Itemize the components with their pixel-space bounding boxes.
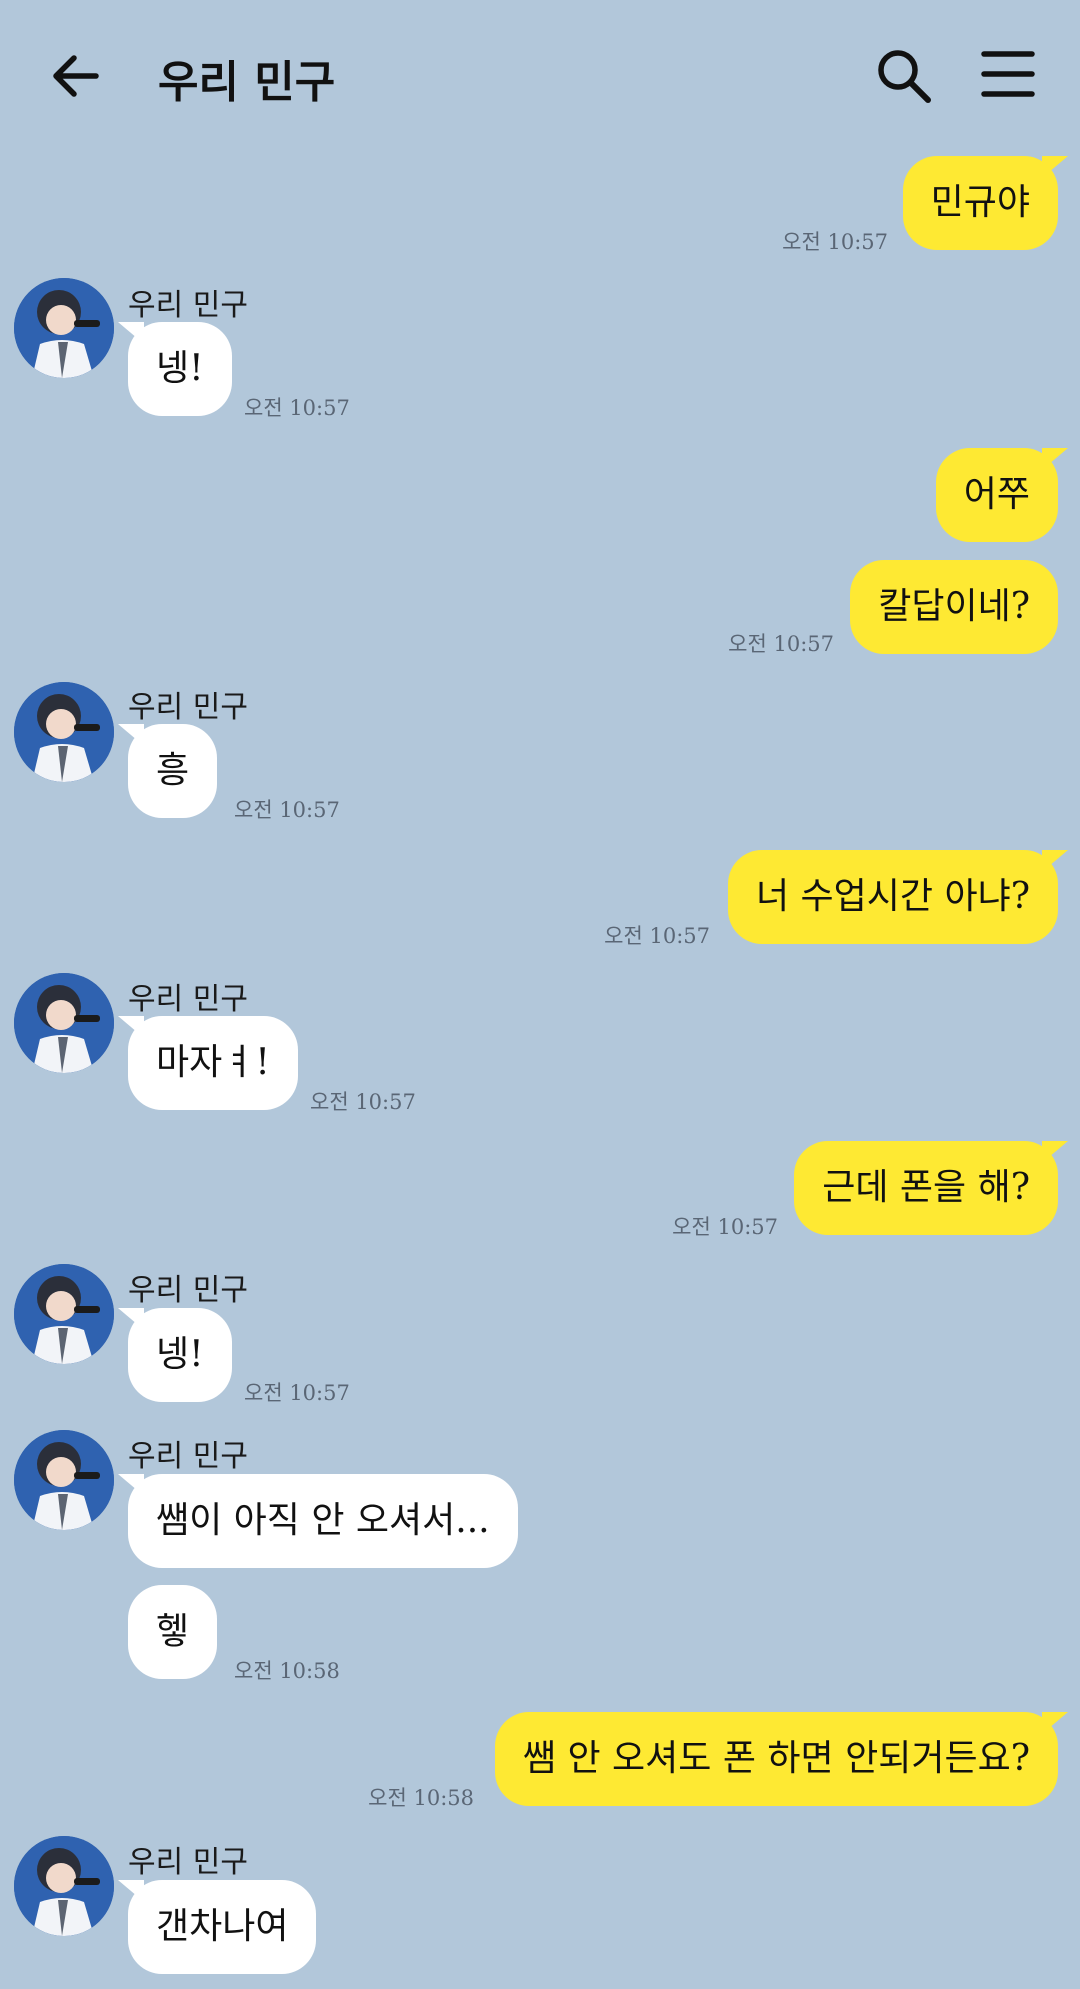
- incoming-message-bubble[interactable]: 갠차나여: [118, 1880, 317, 1974]
- sender-name: 우리 민구: [128, 982, 248, 1017]
- outgoing-message-bubble[interactable]: 칼답이네?: [850, 560, 1058, 654]
- sender-name: 우리 민구: [128, 1439, 248, 1474]
- message-time: 오전 10:57: [310, 1090, 416, 1114]
- message-text: 헿: [156, 1611, 190, 1652]
- profile-photo-icon: [14, 973, 114, 1073]
- message-text: 민규야: [930, 182, 1030, 223]
- avatar[interactable]: [14, 1264, 114, 1364]
- sender-name: 우리 민구: [128, 1273, 248, 1308]
- incoming-message-bubble[interactable]: 넹!: [118, 1308, 232, 1402]
- incoming-message-bubble[interactable]: 쌤이 아직 안 오셔서...: [118, 1474, 518, 1568]
- incoming-message-bubble[interactable]: 넹!: [118, 322, 232, 416]
- message-time: 오전 10:57: [604, 924, 710, 948]
- message-text: 근데 폰을 해?: [822, 1167, 1030, 1208]
- profile-photo-icon: [14, 1430, 114, 1530]
- outgoing-message-bubble[interactable]: 근데 폰을 해?: [794, 1141, 1068, 1235]
- message-text: 넹!: [156, 1334, 204, 1375]
- incoming-message-bubble[interactable]: 헿: [128, 1585, 218, 1679]
- message-text: 칼답이네?: [878, 586, 1030, 627]
- message-time: 오전 10:57: [672, 1215, 778, 1239]
- avatar[interactable]: [14, 973, 114, 1073]
- avatar[interactable]: [14, 1836, 114, 1936]
- message-text: 어쭈: [963, 474, 1030, 515]
- incoming-message-bubble[interactable]: 흥: [118, 724, 218, 818]
- profile-photo-icon: [14, 1264, 114, 1364]
- sender-name: 우리 민구: [128, 1845, 248, 1880]
- outgoing-message-bubble[interactable]: 너 수업시간 아냐?: [727, 850, 1068, 944]
- message-text: 흥: [156, 750, 190, 791]
- sender-name: 우리 민구: [128, 288, 248, 323]
- avatar[interactable]: [14, 278, 114, 378]
- profile-photo-icon: [14, 278, 114, 378]
- message-time: 오전 10:58: [368, 1786, 474, 1810]
- outgoing-message-bubble[interactable]: 쌤 안 오셔도 폰 하면 안되거든요?: [494, 1712, 1068, 1806]
- message-text: 쌤이 아직 안 오셔서...: [156, 1500, 490, 1541]
- message-time: 오전 10:57: [728, 632, 834, 656]
- message-time: 오전 10:57: [782, 230, 888, 254]
- message-text: 넹!: [156, 348, 204, 389]
- message-time: 오전 10:57: [234, 798, 340, 822]
- message-text: 갠차나여: [156, 1906, 289, 1947]
- incoming-message-bubble[interactable]: 마자ㅕ!: [118, 1016, 298, 1110]
- message-text: 너 수업시간 아냐?: [755, 876, 1030, 917]
- message-time: 오전 10:57: [244, 1381, 350, 1405]
- message-time: 오전 10:57: [244, 396, 350, 420]
- profile-photo-icon: [14, 1836, 114, 1936]
- sender-name: 우리 민구: [128, 690, 248, 725]
- message-text: 마자ㅕ!: [156, 1042, 270, 1083]
- avatar[interactable]: [14, 1430, 114, 1530]
- message-time: 오전 10:58: [234, 1659, 340, 1683]
- outgoing-message-bubble[interactable]: 어쭈: [935, 448, 1068, 542]
- profile-photo-icon: [14, 682, 114, 782]
- message-text: 쌤 안 오셔도 폰 하면 안되거든요?: [522, 1738, 1030, 1779]
- avatar[interactable]: [14, 682, 114, 782]
- message-list: 민규야 오전 10:57 우리 민구 넹! 오전 10:57 어쭈 칼답이네? …: [0, 0, 1080, 1989]
- outgoing-message-bubble[interactable]: 민규야: [902, 156, 1068, 250]
